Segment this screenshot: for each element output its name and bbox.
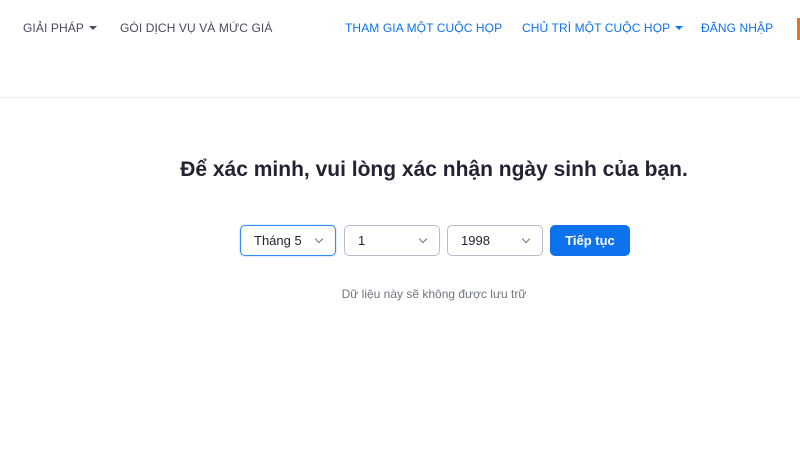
nav-join-meeting-label: THAM GIA MỘT CUỘC HỌP <box>345 21 503 35</box>
top-navigation-bar: GIẢI PHÁP GÓI DỊCH VỤ VÀ MỨC GIÁ THAM GI… <box>0 0 800 98</box>
day-select-value: 1 <box>358 233 366 248</box>
nav-join-meeting[interactable]: THAM GIA MỘT CUỘC HỌP <box>345 21 502 35</box>
chevron-down-icon <box>521 234 531 244</box>
nav-sign-in-label: ĐĂNG NHẬP <box>701 21 774 35</box>
nav-solutions[interactable]: GIẢI PHÁP <box>23 21 97 35</box>
page-title: Để xác minh, vui lòng xác nhận ngày sinh… <box>180 158 688 181</box>
caret-down-icon <box>88 25 97 30</box>
day-select[interactable]: 1 <box>344 225 440 256</box>
nav-plans-pricing[interactable]: GÓI DỊCH VỤ VÀ MỨC GIÁ <box>120 21 272 35</box>
privacy-note: Dữ liệu này sẽ không được lưu trữ <box>341 287 527 301</box>
year-select-value: 1998 <box>461 233 490 248</box>
nav-plans-pricing-label: GÓI DỊCH VỤ VÀ MỨC GIÁ <box>120 21 273 35</box>
year-select[interactable]: 1998 <box>447 225 543 256</box>
caret-down-icon <box>675 25 684 30</box>
nav-host-meeting[interactable]: CHỦ TRÌ MỘT CUỘC HỌP <box>522 21 684 35</box>
nav-sign-in[interactable]: ĐĂNG NHẬP <box>701 21 773 35</box>
nav-solutions-label: GIẢI PHÁP <box>23 21 84 35</box>
nav-host-meeting-label: CHỦ TRÌ MỘT CUỘC HỌP <box>522 21 671 35</box>
chevron-down-icon <box>314 234 324 244</box>
chevron-down-icon <box>418 234 428 244</box>
month-select-value: Tháng 5 <box>254 233 302 248</box>
month-select[interactable]: Tháng 5 <box>240 225 336 256</box>
continue-button[interactable]: Tiếp tục <box>550 225 630 256</box>
